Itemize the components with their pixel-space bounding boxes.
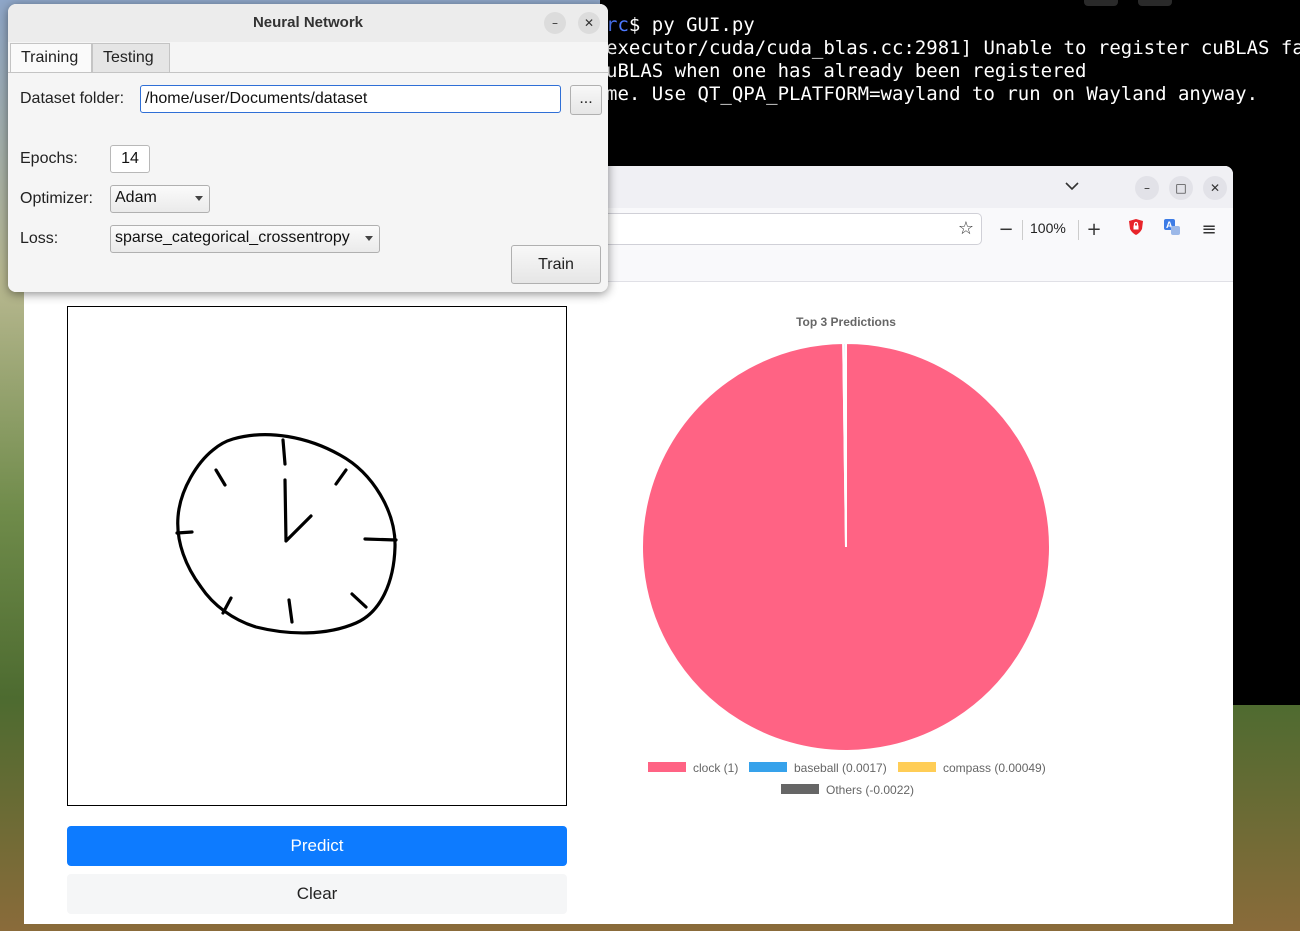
legend-swatch[interactable] [898, 762, 936, 772]
maximize-icon[interactable]: □ [1169, 176, 1193, 200]
browse-button[interactable]: ... [570, 85, 602, 115]
dataset-folder-label: Dataset folder: [20, 90, 125, 107]
close-icon[interactable]: ✕ [578, 12, 600, 34]
predict-button[interactable]: Predict [67, 826, 567, 866]
chevron-down-icon[interactable] [1060, 174, 1084, 198]
minimize-icon[interactable]: – [1135, 176, 1159, 200]
dropdown-arrow-icon [365, 236, 373, 241]
dataset-folder-input[interactable] [140, 85, 561, 113]
ublock-shield-icon[interactable] [1124, 218, 1148, 243]
minimize-icon[interactable]: – [544, 12, 566, 34]
chart-title: Top 3 Predictions [796, 315, 896, 329]
optimizer-select[interactable]: Adam [110, 185, 210, 213]
slice-compass[interactable] [844, 341, 847, 548]
zoom-in-icon[interactable]: + [1082, 218, 1106, 242]
legend-label[interactable]: clock (1) [693, 761, 738, 775]
pie-chart: Top 3 Predictions clock (1) baseball (0.0… [641, 315, 1051, 797]
loss-label: Loss: [20, 230, 59, 247]
drawing-canvas[interactable] [67, 306, 567, 806]
loss-select[interactable]: sparse_categorical_crossentropy [110, 225, 380, 253]
terminal-output-line: me. Use QT_QPA_PLATFORM=wayland to run o… [606, 83, 1259, 105]
terminal-tab-button[interactable] [1084, 0, 1118, 6]
terminal-output-line: uBLAS when one has already been register… [606, 60, 1087, 82]
epochs-label: Epochs: [20, 150, 78, 167]
legend-label[interactable]: compass (0.00049) [943, 761, 1046, 775]
close-icon[interactable]: ✕ [1203, 176, 1227, 200]
optimizer-value: Adam [115, 189, 157, 206]
menu-icon[interactable]: ≡ [1197, 218, 1221, 242]
predictions-chart: Top 3 Predictions clock (1) baseball (0.0… [614, 306, 1094, 806]
terminal-command-line: rc$ py GUI.py [606, 14, 755, 36]
legend-label[interactable]: baseball (0.0017) [794, 761, 887, 775]
neural-network-dialog[interactable]: Neural Network – ✕ Training Testing Data… [8, 4, 608, 292]
clock-drawing [175, 433, 398, 635]
zoom-level[interactable]: 100% [1030, 220, 1066, 236]
training-panel: Dataset folder: ... Epochs: Optimizer: A… [8, 72, 608, 292]
optimizer-label: Optimizer: [20, 190, 93, 207]
tab-training[interactable]: Training [10, 43, 92, 73]
tab-testing[interactable]: Testing [92, 43, 170, 73]
separator [1078, 220, 1079, 240]
bookmark-star-icon[interactable]: ☆ [954, 217, 978, 241]
separator [1022, 220, 1023, 240]
loss-value: sparse_categorical_crossentropy [115, 229, 350, 246]
legend-label[interactable]: Others (-0.0022) [826, 783, 914, 797]
clear-button[interactable]: Clear [67, 874, 567, 914]
epochs-spinbox[interactable] [110, 145, 150, 173]
terminal-tab-button[interactable] [1138, 0, 1172, 6]
terminal-output-line: executor/cuda/cuda_blas.cc:2981] Unable … [606, 37, 1300, 59]
legend-swatch[interactable] [781, 784, 819, 794]
zoom-out-icon[interactable]: − [994, 218, 1018, 242]
legend-swatch[interactable] [749, 762, 787, 772]
train-button[interactable]: Train [511, 245, 601, 284]
dropdown-arrow-icon [195, 196, 203, 201]
legend-swatch[interactable] [648, 762, 686, 772]
dialog-title: Neural Network [8, 4, 608, 42]
translate-icon[interactable]: A [1160, 218, 1184, 243]
